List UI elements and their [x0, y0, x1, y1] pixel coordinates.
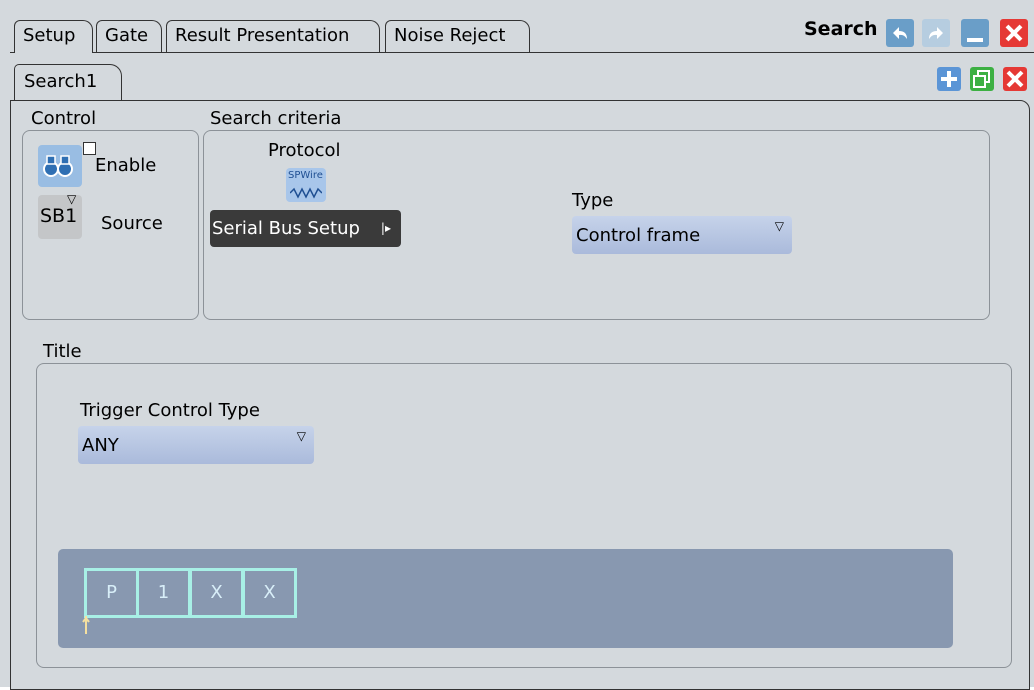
enable-checkbox[interactable]	[83, 142, 96, 155]
copy-icon	[970, 70, 994, 96]
tab-setup[interactable]: Setup	[14, 20, 93, 53]
type-value: Control frame	[576, 225, 701, 246]
spwire-wave-icon	[289, 184, 323, 203]
delete-icon	[1003, 70, 1027, 96]
trigger-control-type-label: Trigger Control Type	[80, 400, 260, 421]
undo-icon	[886, 19, 914, 47]
redo-button[interactable]	[922, 19, 950, 47]
source-value: SB1	[40, 205, 78, 227]
trigger-control-type-value: ANY	[82, 435, 119, 456]
trigger-control-type-dropdown[interactable]: ANY ▽	[78, 426, 314, 464]
bit-value: P	[106, 582, 117, 603]
title-group-label: Title	[43, 341, 82, 362]
tab-gate[interactable]: Gate	[96, 20, 162, 52]
dropdown-arrow-icon: ▽	[296, 429, 306, 443]
binoculars-icon	[38, 145, 82, 191]
tab-noise-reject[interactable]: Noise Reject	[385, 20, 530, 52]
redo-icon	[922, 19, 950, 47]
minimize-button[interactable]	[961, 19, 989, 47]
tab-gate-label: Gate	[105, 25, 149, 46]
bit-cell[interactable]: X	[242, 568, 297, 618]
dropdown-arrow-icon: ▽	[774, 219, 784, 233]
copy-search-button[interactable]	[970, 67, 994, 91]
control-group-label: Control	[31, 108, 97, 129]
serial-bus-setup-button[interactable]: Serial Bus Setup |▸	[210, 210, 401, 247]
source-selector[interactable]: SB1 ▽	[38, 192, 82, 239]
bit-cursor-icon	[81, 616, 91, 640]
spwire-icon: SPWire	[288, 170, 323, 181]
minimize-icon	[961, 19, 989, 47]
tab-result-presentation[interactable]: Result Presentation	[166, 20, 380, 52]
bit-cell[interactable]: P	[84, 568, 139, 618]
undo-button[interactable]	[886, 19, 914, 47]
enable-label: Enable	[95, 155, 157, 176]
delete-search-button[interactable]	[1003, 67, 1027, 91]
type-label: Type	[572, 190, 614, 211]
tab-search1[interactable]: Search1	[14, 64, 122, 100]
protocol-label: Protocol	[268, 140, 341, 161]
tab-result-presentation-label: Result Presentation	[175, 25, 350, 46]
tab-bar: Setup Gate Result Presentation Noise Rej…	[0, 0, 1034, 56]
source-label: Source	[101, 213, 163, 234]
window-title: Search	[804, 18, 878, 40]
dropdown-triangle-icon: ▽	[67, 192, 77, 206]
type-dropdown[interactable]: Control frame ▽	[572, 216, 792, 254]
tab-noise-reject-label: Noise Reject	[394, 25, 506, 46]
add-search-button[interactable]	[937, 67, 961, 91]
search-dialog: Setup Gate Result Presentation Noise Rej…	[0, 0, 1034, 690]
bit-cell[interactable]: X	[189, 568, 244, 618]
serial-bus-setup-label: Serial Bus Setup	[212, 218, 360, 239]
enable-toggle[interactable]	[38, 142, 96, 187]
bit-cell[interactable]: 1	[136, 568, 191, 618]
bit-value: X	[263, 582, 276, 603]
close-icon	[1000, 19, 1028, 47]
bit-value: 1	[157, 582, 170, 603]
close-button[interactable]	[1000, 19, 1028, 47]
tab-search1-label: Search1	[24, 71, 98, 92]
tabbar-divider	[10, 52, 1034, 53]
protocol-selector[interactable]: SPWire	[286, 168, 326, 202]
search-criteria-label: Search criteria	[210, 108, 342, 129]
add-icon	[937, 71, 961, 96]
tab-setup-label: Setup	[23, 25, 76, 46]
arrow-right-icon: |▸	[380, 221, 391, 235]
bit-value: X	[210, 582, 223, 603]
